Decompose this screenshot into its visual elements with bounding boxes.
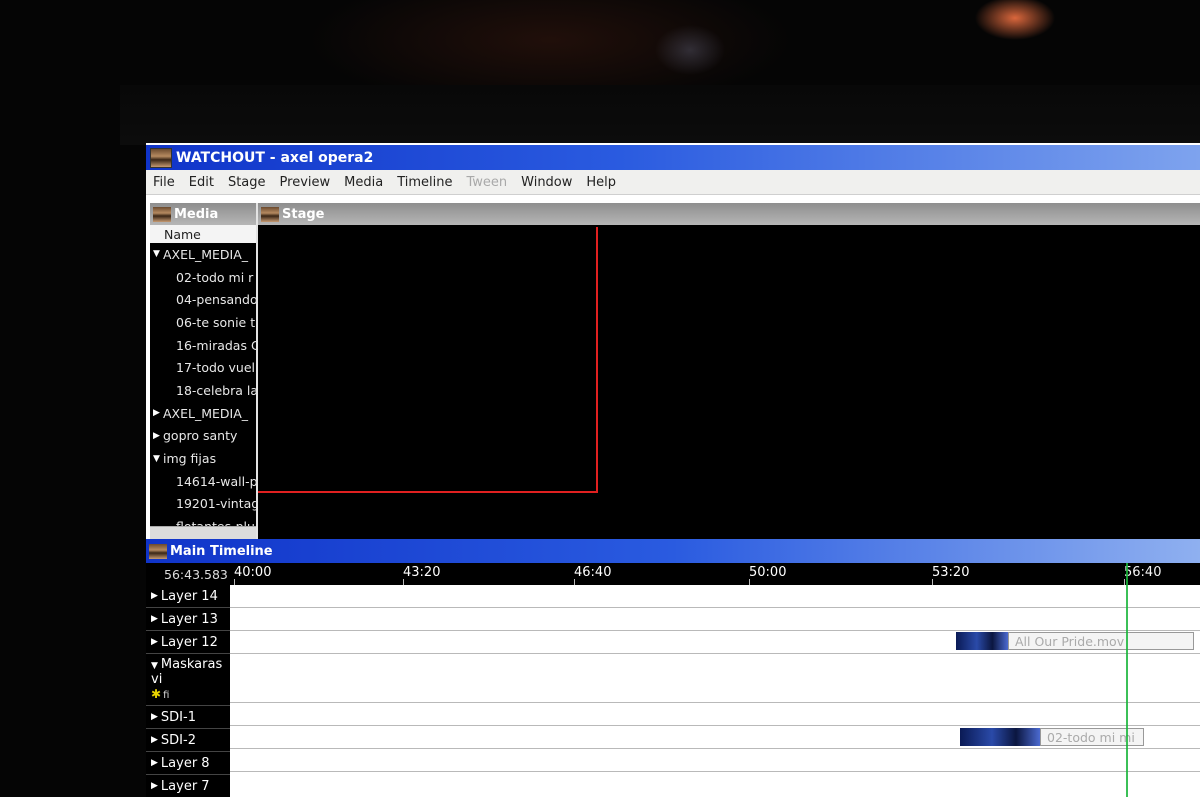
layer-row[interactable]: ▶ Layer 13 bbox=[146, 608, 230, 631]
menu-file[interactable]: File bbox=[146, 175, 182, 190]
main-timeline: Main Timeline 56:43.583 40:00 43:20 46:4… bbox=[146, 539, 1200, 797]
timeline-header[interactable]: Main Timeline bbox=[146, 539, 1200, 563]
stage-canvas[interactable] bbox=[258, 227, 1200, 539]
expand-triangle-right-icon[interactable]: ▶ bbox=[153, 431, 163, 441]
stage-panel-title: Stage bbox=[282, 206, 325, 222]
panel-eye-icon bbox=[153, 206, 171, 222]
media-item[interactable]: 19201-vintag bbox=[150, 493, 256, 516]
media-folder[interactable]: ▼ img fijas bbox=[150, 447, 256, 470]
media-item[interactable]: 02-todo mi r bbox=[150, 266, 256, 289]
layer-list: ▶ Layer 14 ▶ Layer 13 ▶ Layer 12 ▼ Maskaras … bbox=[146, 585, 230, 797]
timeline-clip[interactable]: 02-todo mi mi bbox=[960, 728, 1144, 746]
media-item[interactable]: 04-pensando bbox=[150, 288, 256, 311]
clip-thumbnail bbox=[960, 728, 1040, 746]
layer-row[interactable]: ▶ Layer 12 bbox=[146, 631, 230, 654]
time-ruler[interactable]: 56:43.583 40:00 43:20 46:40 50:00 53:20 … bbox=[146, 563, 1200, 585]
expand-triangle-right-icon[interactable]: ▶ bbox=[151, 614, 158, 624]
stage-panel: Stage bbox=[258, 203, 1200, 539]
menu-timeline[interactable]: Timeline bbox=[390, 175, 459, 190]
timeline-tracks[interactable]: All Our Pride.mov 02-todo mi mi bbox=[230, 585, 1200, 797]
track-divider bbox=[230, 702, 1200, 703]
expand-triangle-right-icon[interactable]: ▶ bbox=[151, 735, 158, 745]
ruler-tick-label: 53:20 bbox=[932, 565, 970, 585]
title-bar[interactable]: WATCHOUT - axel opera2 bbox=[146, 145, 1200, 170]
panel-eye-icon bbox=[149, 543, 167, 559]
ruler-tick-label: 43:20 bbox=[403, 565, 441, 585]
monitor-bezel bbox=[120, 85, 1200, 145]
layer-row[interactable]: ▶ SDI-2 bbox=[146, 729, 230, 752]
track-divider bbox=[230, 771, 1200, 772]
track-divider bbox=[230, 630, 1200, 631]
app-window: WATCHOUT - axel opera2 File Edit Stage P… bbox=[146, 143, 1200, 797]
ruler-tick-label: 40:00 bbox=[234, 565, 272, 585]
layer-row[interactable]: ▶ Layer 8 bbox=[146, 752, 230, 775]
clip-thumbnail bbox=[956, 632, 1008, 650]
menu-edit[interactable]: Edit bbox=[182, 175, 221, 190]
expand-triangle-right-icon[interactable]: ▶ bbox=[151, 712, 158, 722]
expand-triangle-down-icon[interactable]: ▼ bbox=[151, 661, 158, 671]
display-outline[interactable] bbox=[258, 227, 598, 493]
layer-row[interactable]: ▶ SDI-1 bbox=[146, 706, 230, 729]
track-divider bbox=[230, 653, 1200, 654]
ruler-tick-label: 46:40 bbox=[574, 565, 612, 585]
playhead[interactable] bbox=[1126, 563, 1128, 797]
tween-star-icon[interactable]: ✱ bbox=[151, 687, 161, 701]
window-title: WATCHOUT - axel opera2 bbox=[176, 149, 374, 166]
media-folder[interactable]: ▼ AXEL_MEDIA_ bbox=[150, 243, 256, 266]
media-item[interactable]: 06-te sonie t bbox=[150, 311, 256, 334]
track-divider bbox=[230, 725, 1200, 726]
menu-bar: File Edit Stage Preview Media Timeline T… bbox=[146, 170, 1200, 195]
media-folder[interactable]: ▶ gopro santy bbox=[150, 425, 256, 448]
expand-triangle-right-icon[interactable]: ▶ bbox=[151, 781, 158, 791]
column-header-name[interactable]: Name bbox=[150, 225, 256, 243]
media-item[interactable]: 18-celebra la bbox=[150, 379, 256, 402]
menu-help[interactable]: Help bbox=[579, 175, 623, 190]
layer-row[interactable]: ▶ Layer 7 bbox=[146, 775, 230, 797]
media-list: ▼ AXEL_MEDIA_ 02-todo mi r 04-pensando 06… bbox=[150, 243, 256, 538]
layer-row-expanded[interactable]: ▼ Maskaras vi ✱ fi bbox=[146, 654, 230, 706]
media-panel-header[interactable]: Media bbox=[150, 203, 256, 225]
panel-eye-icon bbox=[261, 206, 279, 222]
menu-stage[interactable]: Stage bbox=[221, 175, 273, 190]
clip-label: All Our Pride.mov bbox=[1008, 632, 1194, 650]
timeline-clip[interactable]: All Our Pride.mov bbox=[956, 632, 1194, 650]
track-divider bbox=[230, 748, 1200, 749]
timeline-title: Main Timeline bbox=[170, 543, 273, 559]
media-item[interactable]: 14614-wall-p bbox=[150, 470, 256, 493]
ruler-tick-label: 56:40 bbox=[1124, 565, 1162, 585]
media-horizontal-scrollbar[interactable] bbox=[150, 526, 256, 539]
app-logo-icon bbox=[150, 147, 172, 168]
stage-panel-header[interactable]: Stage bbox=[258, 203, 1200, 225]
expand-triangle-right-icon[interactable]: ▶ bbox=[151, 758, 158, 768]
track-divider bbox=[230, 607, 1200, 608]
media-panel-title: Media bbox=[174, 206, 219, 222]
menu-tween: Tween bbox=[466, 174, 508, 190]
current-time-readout: 56:43.583 bbox=[164, 566, 228, 582]
layer-row[interactable]: ▶ Layer 14 bbox=[146, 585, 230, 608]
expand-triangle-right-icon[interactable]: ▶ bbox=[153, 408, 163, 418]
media-item[interactable]: 17-todo vuel bbox=[150, 356, 256, 379]
expand-triangle-down-icon[interactable]: ▼ bbox=[153, 249, 163, 259]
media-panel: Media Name ▼ AXEL_MEDIA_ 02-todo mi r 04-… bbox=[150, 203, 259, 539]
expand-triangle-right-icon[interactable]: ▶ bbox=[151, 591, 158, 601]
ruler-tick-label: 50:00 bbox=[749, 565, 787, 585]
media-item[interactable]: 16-miradas C bbox=[150, 334, 256, 357]
menu-preview[interactable]: Preview bbox=[273, 175, 338, 190]
media-folder[interactable]: ▶ AXEL_MEDIA_ bbox=[150, 402, 256, 425]
clip-label: 02-todo mi mi bbox=[1040, 728, 1144, 746]
menu-window[interactable]: Window bbox=[514, 175, 579, 190]
expand-triangle-right-icon[interactable]: ▶ bbox=[151, 637, 158, 647]
expand-triangle-down-icon[interactable]: ▼ bbox=[153, 454, 163, 464]
menu-media[interactable]: Media bbox=[337, 175, 390, 190]
